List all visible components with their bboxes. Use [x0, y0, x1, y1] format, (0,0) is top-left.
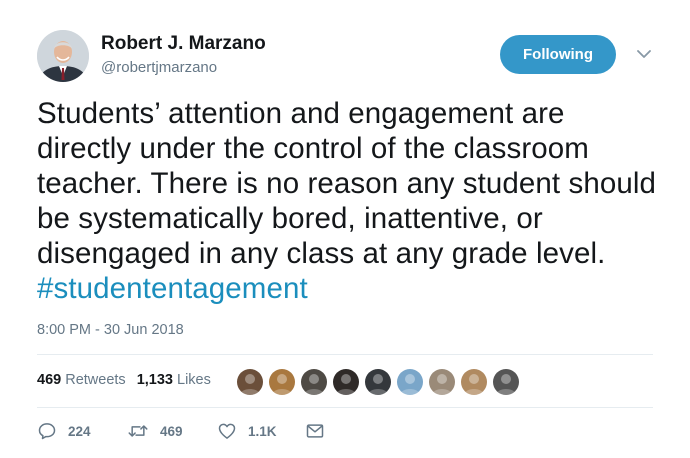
tweet-text: Students’ attention and engagement are d…	[37, 96, 657, 306]
reply-icon	[37, 421, 57, 441]
retweets-label: Retweets	[65, 372, 126, 388]
retweets-stat[interactable]: 469 Retweets	[37, 372, 126, 388]
liker-avatar[interactable]	[237, 369, 263, 395]
liker-avatar[interactable]	[333, 369, 359, 395]
author-avatar[interactable]	[37, 30, 89, 82]
like-count: 1.1K	[248, 423, 277, 439]
likes-stat[interactable]: 1,133 Likes	[137, 372, 211, 388]
like-button[interactable]: 1.1K	[217, 421, 305, 441]
liker-avatar[interactable]	[365, 369, 391, 395]
divider	[37, 407, 653, 408]
liker-avatar[interactable]	[301, 369, 327, 395]
retweets-count: 469	[37, 372, 62, 388]
chevron-down-icon[interactable]	[634, 44, 654, 64]
liker-avatar[interactable]	[397, 369, 423, 395]
retweet-icon	[127, 421, 149, 441]
tweet-card: Robert J. Marzano @robertjmarzano Follow…	[0, 0, 690, 458]
author-display-name[interactable]: Robert J. Marzano	[101, 33, 266, 55]
tweet-actions: 224 469 1.1K	[37, 421, 325, 441]
tweet-timestamp[interactable]: 8:00 PM - 30 Jun 2018	[37, 322, 184, 338]
liker-avatar[interactable]	[493, 369, 519, 395]
reply-count: 224	[68, 423, 91, 439]
hashtag-link[interactable]: #studententagement	[37, 272, 308, 305]
tweet-body: Students’ attention and engagement are d…	[37, 97, 657, 270]
liker-avatar[interactable]	[461, 369, 487, 395]
heart-icon	[217, 421, 237, 441]
direct-message-button[interactable]	[305, 422, 325, 440]
likes-count: 1,133	[136, 372, 173, 388]
reply-button[interactable]: 224	[37, 421, 127, 441]
liker-avatar[interactable]	[269, 369, 295, 395]
likes-label: Likes	[177, 372, 211, 388]
engagement-stats: 469 Retweets 1,133 Likes	[37, 372, 211, 388]
liker-avatar[interactable]	[429, 369, 455, 395]
divider	[37, 354, 653, 355]
envelope-icon	[305, 422, 325, 440]
author-handle[interactable]: @robertjmarzano	[101, 59, 217, 76]
retweet-count: 469	[160, 423, 183, 439]
retweet-button[interactable]: 469	[127, 421, 217, 441]
liker-avatars	[237, 369, 519, 395]
following-button[interactable]: Following	[500, 35, 616, 74]
